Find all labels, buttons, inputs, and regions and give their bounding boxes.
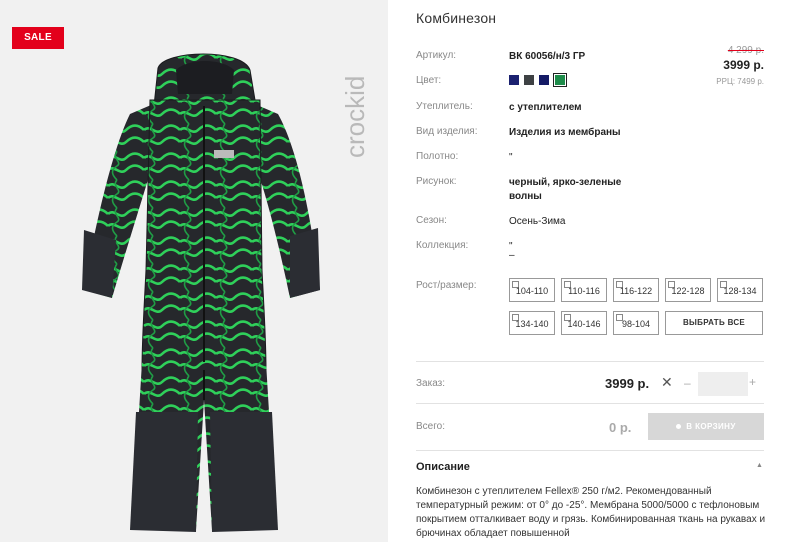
quantity-input[interactable] [698,372,748,396]
total-price: 0 р. [609,420,632,435]
color-swatch[interactable] [553,73,567,87]
spec-value-line2: волны [509,191,542,202]
recommended-price: РРЦ: 7499 р. [716,77,764,86]
spec-value: с утеплителем [509,102,582,113]
brand-logo-text: crockid [340,76,370,158]
spec-value-line2: – [509,250,515,261]
divider [416,403,764,404]
cart-dot-icon [676,424,682,430]
size-option[interactable]: 110-116 [561,278,607,302]
divider [416,361,764,362]
chevron-up-icon[interactable]: ▲ [756,462,763,469]
product-photo [82,53,320,532]
product-info-panel: Комбинезон 4 299 р. 3999 р. РРЦ: 7499 р.… [416,0,765,542]
order-label: Заказ: [416,378,446,389]
size-option[interactable]: 116-122 [613,278,659,302]
remove-icon[interactable]: ✕ [661,374,673,391]
size-option[interactable]: 122-128 [665,278,711,302]
spec-label: Сезон: [416,215,447,226]
add-to-cart-label: В КОРЗИНУ [686,422,736,431]
size-option[interactable]: 104-110 [509,278,555,302]
spec-label: Рисунок: [416,176,457,187]
current-price: 3999 р. [723,58,764,72]
sale-badge: SALE [12,27,64,49]
product-image-panel[interactable]: SALE crockid [0,0,388,542]
description-title[interactable]: Описание [416,461,470,473]
spec-value: черный, ярко-зеленые [509,177,622,188]
size-option[interactable]: 134-140 [509,311,555,335]
color-swatch[interactable] [539,75,549,85]
plus-icon[interactable]: + [749,375,756,389]
color-swatch[interactable] [524,75,534,85]
spec-value: ВК 60056/н/3 ГР [509,51,586,62]
old-price: 4 299 р. [727,45,764,56]
total-label: Всего: [416,421,445,432]
spec-label: Полотно: [416,151,459,162]
spec-label: Цвет: [416,75,442,86]
minus-icon[interactable]: – [684,376,691,390]
spec-value: " [509,152,513,163]
size-option[interactable]: 140-146 [561,311,607,335]
spec-label: Утеплитель: [416,101,473,112]
order-price: 3999 р. [605,376,650,391]
size-label: Рост/размер: [416,280,477,291]
select-all-button[interactable]: ВЫБРАТЬ ВСЕ [665,311,763,335]
spec-value: Осень-Зима [509,216,566,227]
chest-label [214,150,234,158]
color-swatch[interactable] [509,75,519,85]
product-title: Комбинезон [416,10,497,26]
size-option[interactable]: 98-104 [613,311,659,335]
size-option[interactable]: 128-134 [717,278,763,302]
spec-label: Артикул: [416,50,457,61]
divider [416,450,764,451]
add-to-cart-button[interactable]: В КОРЗИНУ [648,413,764,440]
spec-label: Вид изделия: [416,126,478,137]
spec-label: Коллекция: [416,240,469,251]
description-text: Комбинезон с утеплителем Fellex® 250 г/м… [416,486,766,539]
brand-logo: crockid [340,76,370,158]
spec-value: Изделия из мембраны [509,127,621,138]
